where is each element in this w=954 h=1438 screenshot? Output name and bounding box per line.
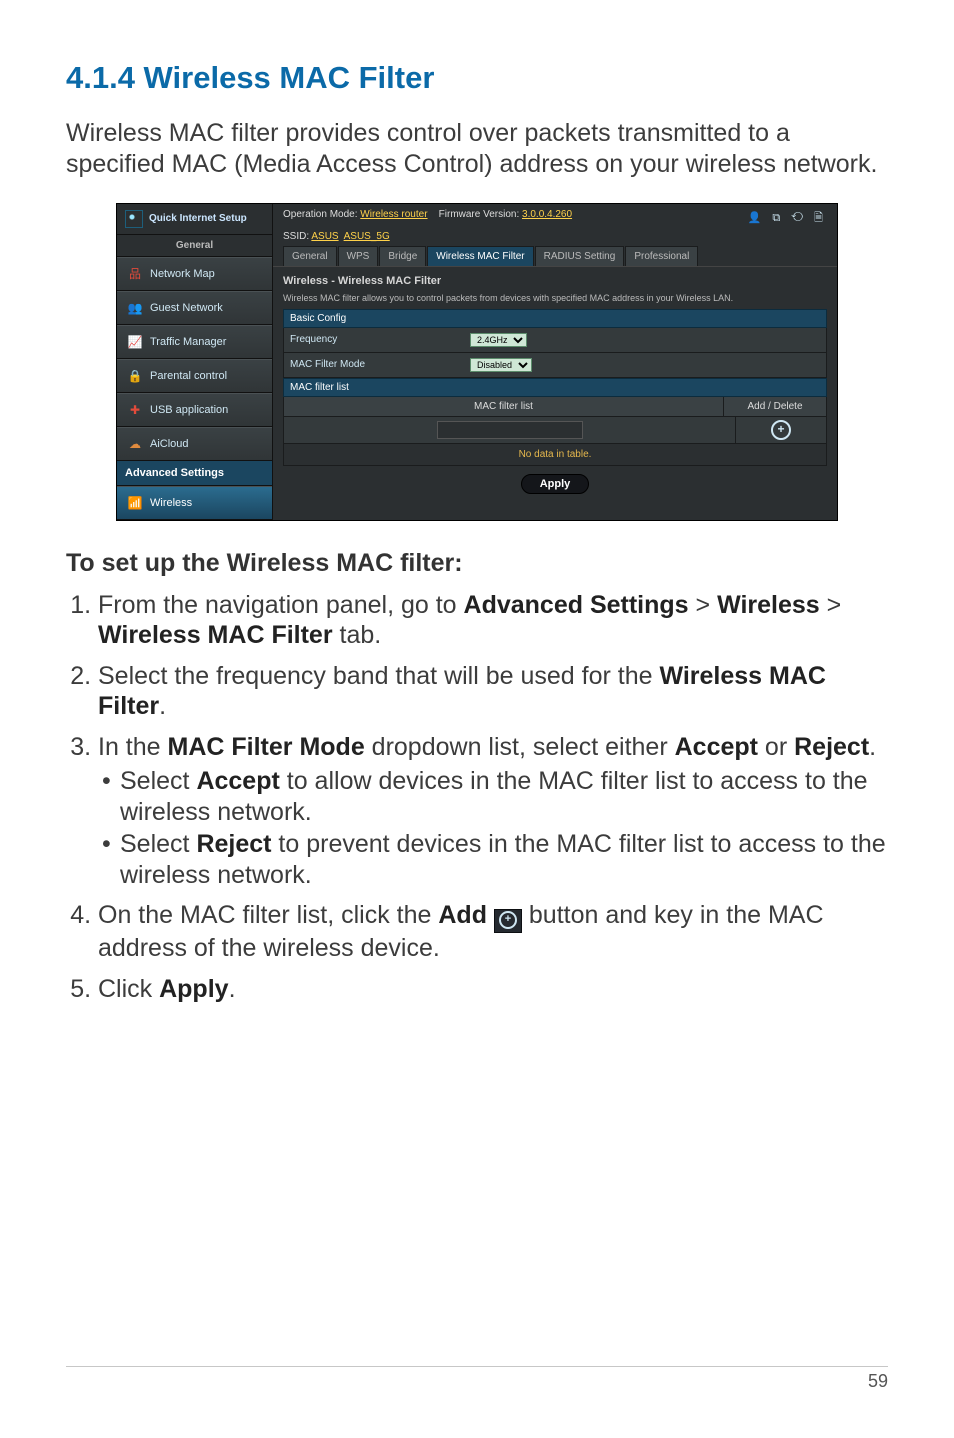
intro-paragraph: Wireless MAC filter provides control ove…: [66, 118, 888, 181]
page-footer: 59: [66, 1366, 888, 1392]
tab-wireless-mac-filter[interactable]: Wireless MAC Filter: [427, 246, 533, 266]
sidebar-item-parental-control[interactable]: 🔒 Parental control: [117, 359, 272, 393]
ssid-line: SSID: ASUS ASUS_5G: [273, 231, 837, 246]
frequency-row: Frequency 2.4GHz: [283, 328, 827, 353]
sidebar-item-usb-application[interactable]: ✚ USB application: [117, 393, 272, 427]
sidebar-item-label: USB application: [150, 404, 228, 416]
tab-professional[interactable]: Professional: [625, 246, 698, 266]
quick-setup-label: Quick Internet Setup: [149, 213, 247, 224]
sidebar-item-traffic-manager[interactable]: 📈 Traffic Manager: [117, 325, 272, 359]
plus-circle-icon: +: [499, 911, 517, 929]
router-main-panel: Operation Mode: Wireless router Firmware…: [273, 204, 837, 520]
basic-config-header: Basic Config: [283, 309, 827, 328]
sidebar-item-label: Network Map: [150, 268, 215, 280]
frequency-label: Frequency: [290, 334, 470, 345]
sidebar-item-aicloud[interactable]: ☁ AiCloud: [117, 427, 272, 461]
operation-mode-line: Operation Mode: Wireless router Firmware…: [283, 209, 572, 228]
sidebar-item-label: Guest Network: [150, 302, 223, 314]
tab-radius-setting[interactable]: RADIUS Setting: [535, 246, 625, 266]
network-map-icon: 品: [127, 266, 143, 282]
no-data-label: No data in table.: [283, 444, 827, 466]
firmware-link[interactable]: 3.0.0.4.260: [522, 209, 572, 220]
quick-internet-setup[interactable]: Quick Internet Setup: [117, 204, 272, 235]
panel-title: Wireless - Wireless MAC Filter: [283, 275, 827, 287]
guest-network-icon: 👥: [127, 300, 143, 316]
step-3-sub-2: Select Reject to prevent devices in the …: [120, 829, 888, 890]
sidebar-item-label: Parental control: [150, 370, 227, 382]
sidebar-item-label: Wireless: [150, 497, 192, 509]
sidebar-item-label: Traffic Manager: [150, 336, 226, 348]
sidebar-item-wireless[interactable]: 📶 Wireless: [117, 486, 272, 520]
router-ui-screenshot: Quick Internet Setup General 品 Network Ma…: [116, 203, 838, 521]
step-5: Click Apply.: [98, 974, 888, 1005]
mac-mode-row: MAC Filter Mode Disabled: [283, 353, 827, 378]
wireless-icon: 📶: [127, 495, 143, 511]
apply-button[interactable]: Apply: [521, 474, 590, 494]
wand-icon: [125, 210, 143, 228]
mac-filter-list-header: MAC filter list: [283, 378, 827, 397]
usb-application-icon: ✚: [127, 402, 143, 418]
page-number: 59: [868, 1371, 888, 1391]
section-heading: 4.1.4 Wireless MAC Filter: [66, 60, 888, 96]
col-action-header: Add / Delete: [724, 397, 826, 416]
step-1: From the navigation panel, go to Advance…: [98, 590, 888, 651]
ssid-link-2[interactable]: ASUS_5G: [344, 231, 390, 242]
col-mac-header: MAC filter list: [284, 397, 724, 416]
sidebar-item-guest-network[interactable]: 👥 Guest Network: [117, 291, 272, 325]
step-3: In the MAC Filter Mode dropdown list, se…: [98, 732, 888, 891]
traffic-manager-icon: 📈: [127, 334, 143, 350]
top-right-icons[interactable]: 👤 ⧉ ⟲ 🗎: [748, 209, 827, 228]
add-mac-button[interactable]: +: [771, 420, 791, 440]
advanced-settings-label: Advanced Settings: [117, 461, 272, 486]
tab-bridge[interactable]: Bridge: [379, 246, 426, 266]
parental-control-icon: 🔒: [127, 368, 143, 384]
wireless-mac-filter-panel: Wireless - Wireless MAC Filter Wireless …: [283, 275, 827, 502]
panel-description: Wireless MAC filter allows you to contro…: [283, 293, 827, 303]
instructions-list: From the navigation panel, go to Advance…: [66, 590, 888, 1005]
tab-general[interactable]: General: [283, 246, 337, 266]
add-button-image: +: [494, 909, 522, 933]
mac-mode-label: MAC Filter Mode: [290, 359, 470, 370]
operation-mode-link[interactable]: Wireless router: [360, 209, 427, 220]
mac-address-input[interactable]: [437, 421, 583, 439]
step-4: On the MAC filter list, click the Add + …: [98, 900, 888, 964]
general-section-label: General: [117, 235, 272, 257]
tab-bar: GeneralWPSBridgeWireless MAC FilterRADIU…: [273, 246, 837, 267]
aicloud-icon: ☁: [127, 436, 143, 452]
step-3-sub-1: Select Accept to allow devices in the MA…: [120, 766, 888, 827]
sidebar-item-network-map[interactable]: 品 Network Map: [117, 257, 272, 291]
instructions-subhead: To set up the Wireless MAC filter:: [66, 549, 888, 578]
frequency-select[interactable]: 2.4GHz: [470, 333, 527, 347]
mac-filter-table: MAC filter list Add / Delete + No data i…: [283, 397, 827, 466]
sidebar-item-label: AiCloud: [150, 438, 189, 450]
ssid-link-1[interactable]: ASUS: [311, 231, 338, 242]
router-sidebar: Quick Internet Setup General 品 Network Ma…: [117, 204, 273, 520]
step-2: Select the frequency band that will be u…: [98, 661, 888, 722]
tab-wps[interactable]: WPS: [338, 246, 379, 266]
mac-filter-mode-select[interactable]: Disabled: [470, 358, 532, 372]
